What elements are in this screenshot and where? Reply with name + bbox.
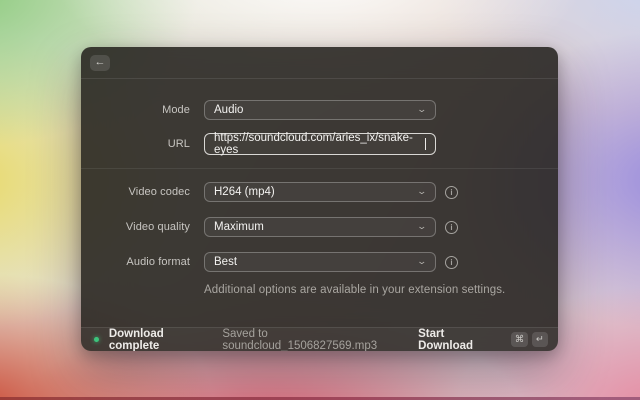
chevron-down-icon: ⌄: [416, 220, 428, 231]
video-codec-select-value: H264 (mp4): [214, 186, 275, 198]
audio-format-select[interactable]: Best ⌄: [204, 252, 436, 272]
download-form: Mode Audio ⌄ URL https://soundcloud.com/…: [81, 79, 558, 296]
chevron-down-icon: ⌄: [416, 255, 428, 266]
mode-select[interactable]: Audio ⌄: [204, 100, 436, 120]
status-bar: Download complete Saved to soundcloud_15…: [81, 327, 558, 351]
saved-file-detail: Saved to soundcloud_1506827569.mp3: [222, 327, 378, 352]
video-quality-label: Video quality: [125, 221, 190, 233]
url-label: URL: [167, 138, 190, 150]
info-icon[interactable]: i: [445, 220, 458, 234]
mode-select-value: Audio: [214, 104, 244, 116]
mode-label: Mode: [162, 104, 190, 116]
video-quality-select[interactable]: Maximum ⌄: [204, 217, 436, 237]
video-codec-label: Video codec: [128, 186, 190, 198]
info-glyph: i: [450, 222, 453, 232]
downloader-dialog: ← Mode Audio ⌄ URL https://soundcloud.co…: [81, 47, 558, 351]
chevron-down-icon: ⌄: [416, 103, 428, 114]
video-codec-row: Video codec H264 (mp4) ⌄ i: [81, 182, 558, 202]
return-key-badge: ↵: [531, 332, 548, 347]
section-divider: [81, 168, 558, 169]
back-arrow-icon: ←: [94, 56, 106, 68]
text-caret: [425, 138, 426, 150]
cmd-key-badge: ⌘: [511, 332, 528, 347]
video-quality-row: Video quality Maximum ⌄ i: [81, 217, 558, 237]
audio-format-select-value: Best: [214, 256, 238, 268]
mode-row: Mode Audio ⌄: [81, 100, 558, 120]
video-codec-select[interactable]: H264 (mp4) ⌄: [204, 182, 436, 202]
info-glyph: i: [450, 257, 453, 267]
info-icon[interactable]: i: [445, 255, 458, 269]
url-input-value: https://soundcloud.com/aries_ix/snake-ey…: [214, 132, 413, 156]
audio-format-label: Audio format: [126, 256, 190, 268]
url-row: URL https://soundcloud.com/aries_ix/snak…: [81, 132, 558, 156]
cmd-key-icon: ⌘: [514, 334, 525, 345]
video-quality-select-value: Maximum: [214, 221, 264, 233]
audio-format-row: Audio format Best ⌄ i: [81, 252, 558, 272]
info-icon[interactable]: i: [445, 185, 458, 199]
chevron-down-icon: ⌄: [416, 185, 428, 196]
download-status: Download complete: [108, 327, 164, 352]
dialog-header: ←: [81, 47, 558, 79]
status-dot: [94, 337, 99, 342]
return-key-icon: ↵: [535, 334, 544, 345]
info-glyph: i: [450, 187, 453, 197]
url-input[interactable]: https://soundcloud.com/aries_ix/snake-ey…: [204, 132, 436, 156]
back-button[interactable]: ←: [90, 54, 110, 71]
start-download-button[interactable]: Start Download: [418, 328, 499, 352]
extension-settings-note: Additional options are available in your…: [204, 284, 506, 296]
